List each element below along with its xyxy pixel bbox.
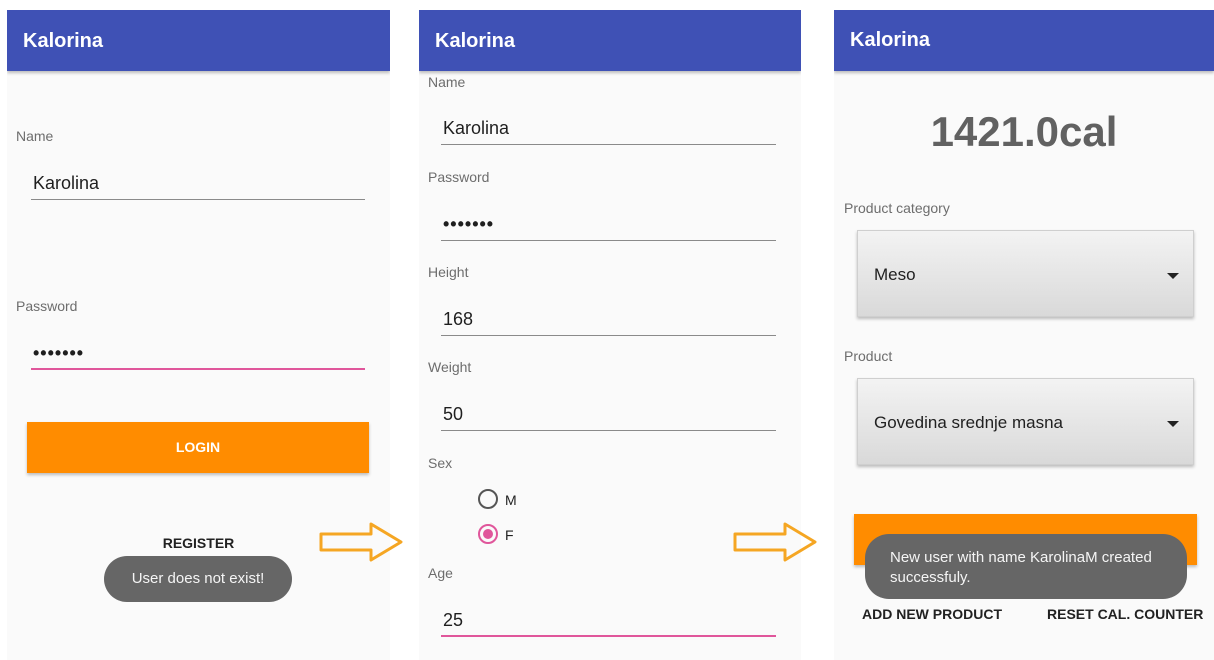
dropdown-arrow-icon [1167,421,1179,427]
weight-label: Weight [428,359,472,375]
dropdown-arrow-icon [1167,273,1179,279]
add-new-product-button[interactable]: ADD NEW PRODUCT [862,606,1002,622]
category-value: Meso [874,265,916,284]
login-button[interactable]: LOGIN [27,422,369,473]
app-title: Kalorina [23,30,104,52]
radio-male-label: M [505,492,517,508]
product-dropdown[interactable]: Govedina srednje masna [857,378,1194,465]
age-label: Age [428,565,453,581]
arrow-right-icon [319,522,403,562]
radio-female-label: F [505,527,514,543]
login-screen: Kalorina Name Karolina Password ••••••• … [7,10,390,660]
app-bar: Kalorina [834,10,1214,71]
product-label: Product [844,348,893,364]
app-bar: Kalorina [7,10,390,71]
toast-message: New user with name KarolinaM created suc… [865,534,1187,599]
counter-screen: Kalorina 1421.0cal Product category Meso… [834,10,1214,660]
password-label: Password [428,169,490,185]
toast-message: User does not exist! [104,556,292,602]
height-label: Height [428,264,469,280]
age-input[interactable]: 25 [441,607,776,637]
weight-input[interactable]: 50 [441,401,776,431]
radio-female[interactable] [478,524,498,544]
radio-male[interactable] [478,489,498,509]
name-input[interactable]: Karolina [31,170,365,200]
name-input[interactable]: Karolina [441,115,776,145]
register-screen: Kalorina Name Karolina Password ••••••• … [419,10,801,660]
name-label: Name [428,74,466,90]
arrow-right-icon [733,522,817,562]
password-input[interactable]: ••••••• [441,211,776,241]
app-title: Kalorina [435,30,516,52]
sex-label: Sex [428,455,453,471]
height-input[interactable]: 168 [441,306,776,336]
password-input[interactable]: ••••••• [31,340,365,370]
password-label: Password [16,298,78,314]
product-value: Govedina srednje masna [874,413,1064,432]
app-bar: Kalorina [419,10,801,71]
category-label: Product category [844,200,950,216]
name-label: Name [16,128,54,144]
reset-counter-button[interactable]: RESET CAL. COUNTER [1047,606,1203,622]
app-title: Kalorina [850,29,931,51]
calorie-total: 1421.0cal [930,108,1118,155]
category-dropdown[interactable]: Meso [857,230,1194,317]
